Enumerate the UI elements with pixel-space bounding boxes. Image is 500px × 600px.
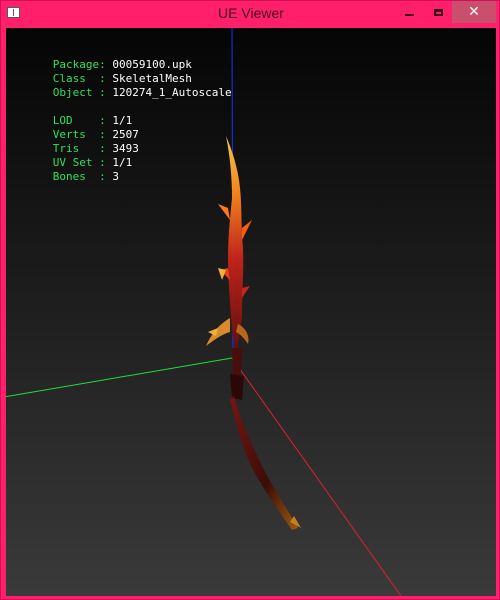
skeletal-mesh-weapon <box>206 136 301 530</box>
title-bar[interactable]: UE Viewer ✕ <box>1 1 500 27</box>
maximize-icon <box>433 8 443 16</box>
info-bones: Bones : 3 <box>13 156 119 198</box>
maximize-button[interactable] <box>424 1 452 23</box>
info-bones-value: 3 <box>112 170 119 183</box>
info-bones-label: Bones : <box>52 170 106 183</box>
close-icon: ✕ <box>468 4 480 20</box>
minimize-icon <box>405 14 414 16</box>
3d-viewport[interactable]: Package: 00059100.upk Class : SkeletalMe… <box>6 28 496 596</box>
y-axis-line <box>6 357 233 398</box>
app-window: UE Viewer ✕ Package: 00059100.upk Class … <box>0 0 500 600</box>
info-object-value: 120274_1_Autoscale <box>112 86 232 99</box>
info-object-label: Object : <box>52 86 106 99</box>
minimize-button[interactable] <box>395 1 424 23</box>
close-button[interactable]: ✕ <box>452 1 496 23</box>
